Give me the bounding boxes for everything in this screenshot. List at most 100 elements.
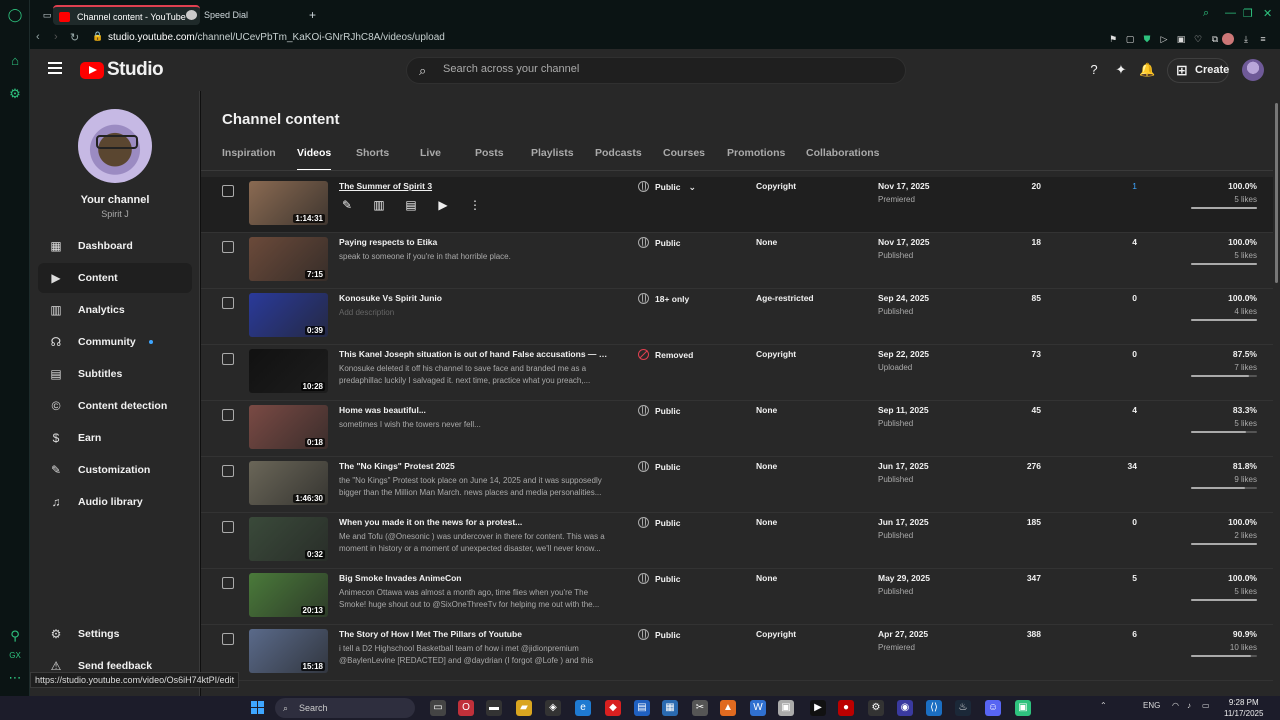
restrictions[interactable]: Copyright [756,629,796,639]
sidebar-item-settings[interactable]: ⚙ Settings [38,619,192,649]
video-thumbnail[interactable]: 7:15 [249,237,328,281]
comments-icon[interactable]: ▤ [403,197,419,213]
table-row[interactable]: 0:18 Home was beautiful... sometimes I wis… [201,401,1273,457]
sidebar-item-analytics[interactable]: ▥ Analytics [38,295,192,325]
more-icon[interactable]: ⋯ [7,670,23,686]
snapshot-icon[interactable]: ▢ [1124,33,1136,45]
tab-promotions[interactable]: Promotions [727,147,785,159]
create-button[interactable]: ⊞ Create [1167,58,1229,83]
photos-taskbar-icon[interactable]: ▤ [634,700,650,716]
tray-chevron-icon[interactable]: ⌃ [1100,701,1107,710]
row-checkbox[interactable] [222,521,234,533]
taskbar-search[interactable]: ⌕ Search [275,698,415,718]
channel-search[interactable]: ⌕ [406,57,906,84]
video-title[interactable]: The "No Kings" Protest 2025 [339,461,611,471]
help-icon[interactable]: ? [1086,62,1102,78]
edge-taskbar-icon[interactable]: e [575,700,591,716]
row-checkbox[interactable] [222,577,234,589]
hamburger-menu-icon[interactable] [48,62,62,74]
visibility-status[interactable]: Public ⌄ [638,181,696,193]
row-checkbox[interactable] [222,241,234,253]
sidebar-item-earn[interactable]: $ Earn [38,423,192,453]
steam-taskbar-icon[interactable]: ♨ [955,700,971,716]
vpn-shield-icon[interactable]: ⛊ [1141,33,1153,45]
channel-avatar[interactable] [78,109,152,183]
sparkle-icon[interactable]: ✦ [1113,62,1129,78]
player-icon[interactable]: ▷ [1158,33,1170,45]
close-window-icon[interactable]: ✕ [1263,7,1272,20]
row-checkbox[interactable] [222,185,234,197]
new-tab-button[interactable]: + [305,5,325,25]
task-view-icon[interactable]: ▭ [430,700,446,716]
store-taskbar-icon[interactable]: ▦ [662,700,678,716]
video-title[interactable]: Big Smoke Invades AnimeCon [339,573,611,583]
reload-icon[interactable]: ↻ [70,31,79,44]
account-avatar[interactable] [1242,59,1264,81]
table-row[interactable]: 0:32 When you made it on the news for a p… [201,513,1273,569]
battery-icon[interactable]: ▭ [1202,701,1210,710]
record-taskbar-icon[interactable]: ● [838,700,854,716]
wallet-icon[interactable]: ▣ [1175,33,1187,45]
sidebar-item-content-detection[interactable]: © Content detection [38,391,192,421]
table-row[interactable]: 15:18 The Story of How I Met The Pillars … [201,625,1273,681]
maximize-icon[interactable]: ❐ [1243,7,1253,20]
settings-taskbar-icon[interactable]: ⚙ [868,700,884,716]
video-thumbnail[interactable]: 0:32 [249,517,328,561]
video-title[interactable]: The Story of How I Met The Pillars of Yo… [339,629,611,639]
restrictions[interactable]: Age-restricted [756,293,814,303]
row-checkbox[interactable] [222,297,234,309]
heart-icon[interactable]: ♡ [1192,33,1204,45]
game-taskbar-icon[interactable]: ◉ [897,700,913,716]
tab-channel-content[interactable]: Channel content - YouTube [53,5,200,25]
video-title[interactable]: When you made it on the news for a prote… [339,517,611,527]
app-green-taskbar-icon[interactable]: ▣ [1015,700,1031,716]
row-checkbox[interactable] [222,409,234,421]
video-thumbnail[interactable]: 0:39 [249,293,328,337]
notifications-bell-icon[interactable]: 🔔 [1139,62,1155,78]
table-row[interactable]: 20:13 Big Smoke Invades AnimeCon Animecon … [201,569,1273,625]
video-title[interactable]: The Summer of Spirit 3 [339,181,611,191]
row-checkbox[interactable] [222,353,234,365]
table-row[interactable]: 0:39 Konosuke Vs Spirit Junio Add descript… [201,289,1273,345]
tab-collaborations[interactable]: Collaborations [806,147,880,159]
restrictions[interactable]: None [756,573,777,583]
tab-speed-dial[interactable]: Speed Dial [180,5,308,25]
tab-posts[interactable]: Posts [475,147,504,159]
downloads-icon[interactable]: ⤓ [1240,33,1252,45]
notepad-taskbar-icon[interactable]: ▣ [778,700,794,716]
tab-inspiration[interactable]: Inspiration [222,147,276,159]
page-scrollbar[interactable] [1273,91,1280,696]
gx-control-icon[interactable]: ⌂ [7,53,23,69]
tab-shorts[interactable]: Shorts [356,147,389,159]
profile-avatar-icon[interactable] [1222,33,1234,45]
restrictions[interactable]: None [756,405,777,415]
gx-icon[interactable]: GX [7,648,23,664]
video-thumbnail[interactable]: 10:28 [249,349,328,393]
studio-logo[interactable]: Studio [80,59,164,80]
edit-details-icon[interactable]: ✎ [339,197,355,213]
obs-taskbar-icon[interactable]: ◈ [545,700,561,716]
forward-icon[interactable]: › [54,31,58,43]
scrollbar-thumb[interactable] [1275,103,1278,283]
sidebar-item-content[interactable]: ▶ Content [38,263,192,293]
video-thumbnail[interactable]: 20:13 [249,573,328,617]
search-tabs-icon[interactable]: ⌕ [1203,7,1209,20]
pin-icon[interactable]: ⚲ [7,628,23,644]
restrictions[interactable]: Copyright [756,181,796,191]
analytics-icon[interactable]: ▥ [371,197,387,213]
taskbar-clock[interactable]: 9:28 PM 11/17/2025 [1224,697,1263,719]
tab-live[interactable]: Live [420,147,441,159]
restrictions[interactable]: Copyright [756,349,796,359]
menu-dots-icon[interactable]: ≡ [1257,33,1269,45]
word-taskbar-icon[interactable]: W [750,700,766,716]
video-title[interactable]: Konosuke Vs Spirit Junio [339,293,611,303]
extensions-icon[interactable]: ⧉ [1209,33,1221,45]
file-explorer-icon[interactable]: ▰ [516,700,532,716]
table-row[interactable]: 1:14:31 The Summer of Spirit 3 ✎ ▥ ▤ ▶ ⋮ Public… [201,177,1273,233]
settings-gear-icon[interactable]: ⚙ [7,86,23,102]
opera-logo-icon[interactable]: ◯ [7,7,23,23]
restrictions[interactable]: None [756,517,777,527]
chevron-down-icon[interactable]: ⌄ [689,182,697,192]
row-checkbox[interactable] [222,633,234,645]
comments-count[interactable]: 1 [1081,181,1137,191]
